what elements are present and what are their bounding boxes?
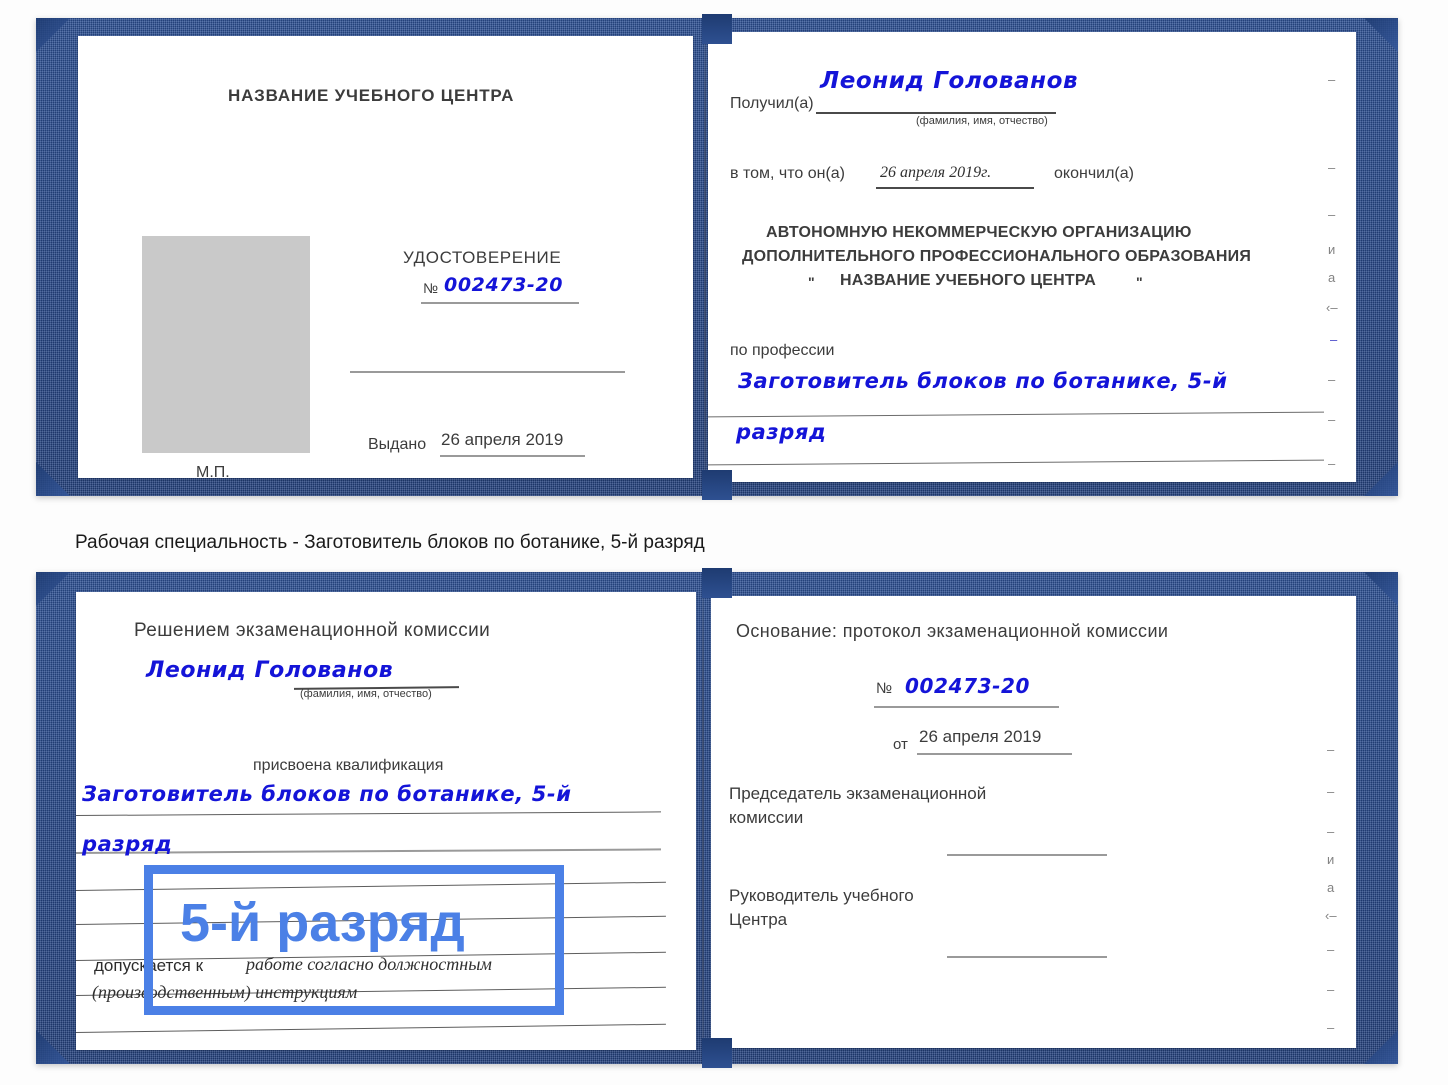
edge-fragment: –: [1327, 982, 1335, 997]
edge-fragment: –: [1330, 332, 1338, 347]
edge-fragment: а: [1327, 880, 1335, 895]
top-book-gutter: [704, 32, 706, 486]
finished-label: окончил(а): [1054, 165, 1134, 182]
from-label: от: [893, 736, 908, 753]
edge-fragment: –: [1328, 72, 1336, 87]
rule-line: [75, 811, 661, 816]
head-line-1: Руководитель учебного: [729, 886, 914, 905]
top-left-title: УДОСТОВЕРЕНИЕ: [403, 248, 562, 267]
blank-rule-1: [350, 371, 625, 373]
issued-rule: [440, 455, 585, 457]
that-he-value: 26 апреля 2019г.: [880, 164, 992, 181]
edge-fragment: –: [1327, 784, 1335, 799]
certificate-number: 002473-20: [444, 274, 564, 296]
from-rule: [917, 753, 1072, 755]
basis-label: Основание: протокол экзаменационной коми…: [736, 621, 1169, 641]
basis-number-rule: [874, 706, 1059, 708]
number-rule: [421, 302, 579, 304]
head-line-2: Центра: [729, 910, 788, 929]
certificate-top: НАЗВАНИЕ УЧЕБНОГО ЦЕНТРА УДОСТОВЕРЕНИЕ №…: [36, 14, 1398, 500]
edge-fragment: –: [1328, 372, 1336, 387]
edge-fragment: –: [1328, 207, 1336, 222]
org-line-2: ДОПОЛНИТЕЛЬНОГО ПРОФЕССИОНАЛЬНОГО ОБРАЗО…: [742, 248, 1252, 265]
that-he-label: в том, что он(а): [730, 165, 845, 182]
from-value: 26 апреля 2019: [919, 727, 1042, 746]
top-left-header: НАЗВАНИЕ УЧЕБНОГО ЦЕНТРА: [228, 86, 515, 105]
org-quote-open: ": [808, 274, 815, 290]
received-value: Леонид Голованов: [820, 68, 1079, 94]
spine-tab-top: [702, 568, 732, 598]
edge-fragment: –: [1327, 1020, 1335, 1035]
cover-fold-top-right: [1364, 572, 1398, 606]
edge-fragment: –: [1327, 942, 1335, 957]
profession-rule-2: [708, 459, 1324, 466]
edge-fragment: ‹–: [1326, 300, 1338, 315]
cover-fold-bottom-left: [36, 462, 70, 496]
issued-label: Выдано: [368, 436, 427, 453]
basis-number-value: 002473-20: [905, 674, 1031, 698]
spine-tab-top: [702, 14, 732, 44]
chairman-signature-rule: [947, 854, 1107, 856]
profession-rule-1: [708, 411, 1324, 418]
cover-fold-bottom-left: [36, 1030, 70, 1064]
org-quote-close: ": [1136, 274, 1143, 290]
screenshot-root: НАЗВАНИЕ УЧЕБНОГО ЦЕНТРА УДОСТОВЕРЕНИЕ №…: [0, 0, 1448, 1085]
cover-fold-top-left: [36, 572, 70, 606]
cover-fold-top-left: [36, 18, 70, 52]
rule-line: [75, 1023, 666, 1033]
bottom-left-page: Решением экзаменационной комиссии Леонид…: [75, 592, 696, 1050]
profession-value-line-2: разряд: [736, 420, 827, 444]
spine-tab-bottom: [702, 1038, 732, 1068]
chairman-line-2: комиссии: [729, 808, 804, 827]
spine-tab-bottom: [702, 470, 732, 500]
certificate-bottom: Решением экзаменационной комиссии Леонид…: [36, 568, 1398, 1068]
bottom-book-gutter: [702, 594, 704, 1054]
that-he-rule: [876, 187, 1034, 189]
profession-value-line-1: Заготовитель блоков по ботанике, 5-й: [738, 369, 1228, 393]
fio-hint-top: (фамилия, имя, отчество): [916, 115, 1048, 127]
edge-fragment: –: [1328, 412, 1336, 427]
edge-fragment: ‹–: [1325, 908, 1337, 923]
received-label: Получил(а): [730, 95, 814, 112]
cover-fold-bottom-right: [1364, 1030, 1398, 1064]
edge-fragment: –: [1327, 742, 1335, 757]
highlight-label: 5-й разряд: [180, 893, 465, 953]
edge-fragment: и: [1327, 852, 1335, 867]
org-name: НАЗВАНИЕ УЧЕБНОГО ЦЕНТРА: [840, 272, 1097, 289]
top-right-page: Получил(а) Леонид Голованов (фамилия, им…: [708, 32, 1356, 482]
qualification-line-2: разряд: [82, 832, 173, 856]
number-label: №: [423, 280, 439, 296]
top-left-page: НАЗВАНИЕ УЧЕБНОГО ЦЕНТРА УДОСТОВЕРЕНИЕ №…: [78, 36, 693, 481]
page-caption: Рабочая специальность - Заготовитель бло…: [75, 532, 705, 553]
profession-label: по профессии: [730, 342, 835, 359]
edge-fragment: –: [1328, 456, 1336, 471]
edge-fragment: –: [1328, 160, 1336, 175]
chairman-line-1: Председатель экзаменационной: [729, 784, 987, 803]
head-signature-rule: [947, 956, 1107, 958]
cover-fold-bottom-right: [1364, 462, 1398, 496]
org-line-1: АВТОНОМНУЮ НЕКОММЕРЧЕСКУЮ ОРГАНИЗАЦИЮ: [766, 224, 1192, 241]
bottom-right-page: Основание: протокол экзаменационной коми…: [711, 596, 1356, 1048]
received-rule: [816, 112, 1056, 114]
basis-number-label: №: [876, 680, 893, 697]
edge-fragment: и: [1328, 242, 1336, 257]
stamp-label: М.П.: [196, 464, 230, 481]
cover-fold-top-right: [1364, 18, 1398, 52]
edge-fragment: а: [1328, 270, 1336, 285]
issued-value: 26 апреля 2019: [441, 430, 564, 449]
edge-fragment: –: [1327, 824, 1335, 839]
photo-placeholder: [142, 236, 310, 453]
